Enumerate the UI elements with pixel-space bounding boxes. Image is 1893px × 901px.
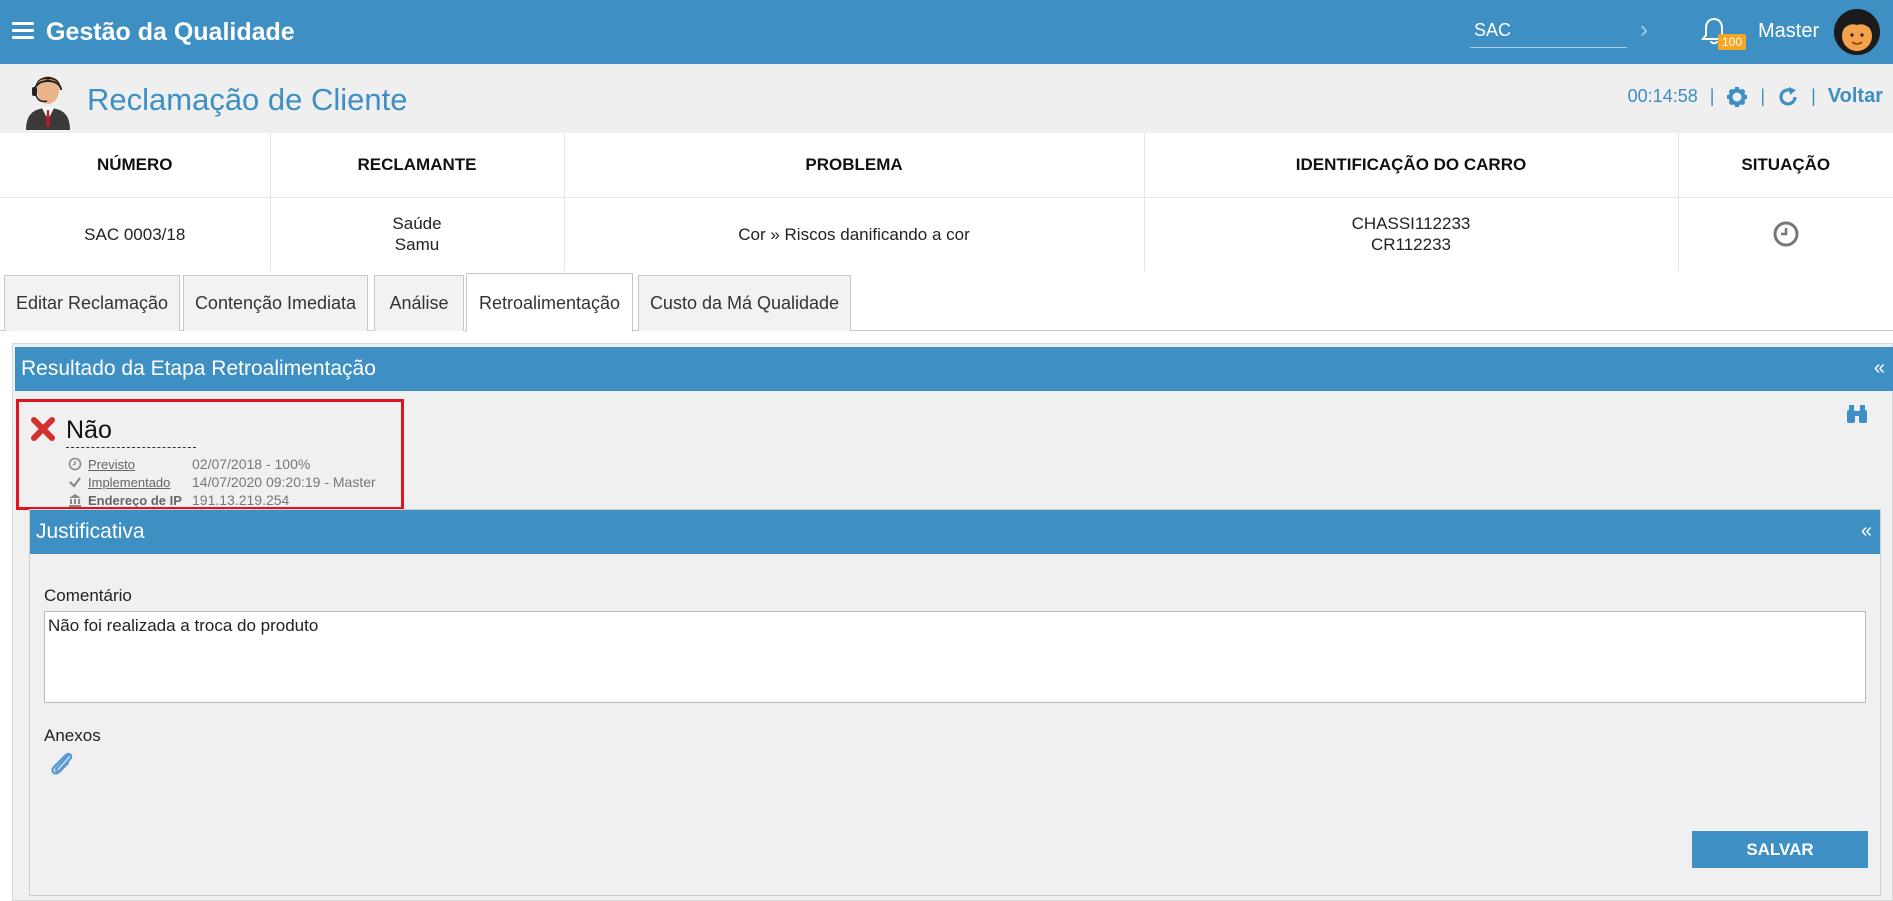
- paperclip-icon[interactable]: [48, 750, 76, 778]
- comment-field[interactable]: Não foi realizada a troca do produto: [44, 611, 1866, 703]
- implementado-row: Implementado 14/07/2020 09:20:19 - Maste…: [68, 474, 376, 490]
- previsto-value: 02/07/2018 - 100%: [192, 456, 311, 472]
- customer-agent-icon: [26, 76, 70, 130]
- reclamante-line: Samu: [394, 235, 440, 255]
- hamburger-menu-icon[interactable]: [12, 22, 34, 40]
- refresh-icon[interactable]: [1777, 86, 1799, 108]
- ip-row: Endereço de IP 191.13.219.254: [68, 492, 289, 508]
- table-row: SAC 0003/18 Saúde Samu Cor » Riscos dani…: [0, 197, 1893, 271]
- bank-icon: [69, 494, 81, 507]
- ip-label: Endereço de IP: [88, 492, 182, 508]
- attachments-label: Anexos: [44, 726, 101, 745]
- gear-icon[interactable]: [1726, 86, 1748, 108]
- result-panel-title: Resultado da Etapa Retroalimentação: [21, 357, 376, 380]
- previsto-row: Previsto 02/07/2018 - 100%: [68, 456, 310, 472]
- reclamante-cell: Saúde Samu: [270, 197, 565, 271]
- save-button[interactable]: SALVAR: [1692, 831, 1868, 868]
- justificativa-header: Justificativa «: [30, 510, 1880, 554]
- situacao-cell: [1678, 197, 1893, 271]
- carro-line: CHASSI112233: [1351, 214, 1471, 234]
- divider: |: [1760, 86, 1766, 106]
- tab-analise[interactable]: Análise: [374, 275, 464, 331]
- top-bar: Gestão da Qualidade › 100 Master: [0, 0, 1893, 64]
- implementado-label[interactable]: Implementado: [88, 475, 192, 490]
- user-name[interactable]: Master: [1758, 20, 1819, 43]
- close-icon: [31, 417, 55, 441]
- tab-retroalimentacao[interactable]: Retroalimentação: [466, 273, 633, 332]
- column-header: NÚMERO: [0, 133, 271, 198]
- session-timer: 00:14:58: [1627, 86, 1698, 106]
- tab-bar: Editar Reclamação Contenção Imediata Aná…: [0, 271, 1893, 332]
- search-input[interactable]: [1470, 14, 1627, 48]
- collapse-icon[interactable]: «: [1874, 357, 1885, 380]
- avatar[interactable]: [1834, 9, 1880, 55]
- implementado-value: 14/07/2020 09:20:19 - Master: [192, 474, 376, 490]
- comment-label: Comentário: [44, 586, 132, 605]
- ip-value: 191.13.219.254: [192, 492, 290, 508]
- page-header: Reclamação de Cliente 00:14:58 | | | Vol…: [0, 64, 1893, 133]
- app-title: Gestão da Qualidade: [46, 18, 295, 46]
- chevron-right-icon[interactable]: ›: [1640, 16, 1648, 44]
- complaint-summary-table: NÚMERO RECLAMANTE PROBLEMA IDENTIFICAÇÃO…: [0, 133, 1893, 271]
- column-header: PROBLEMA: [564, 133, 1145, 198]
- result-panel-header: Resultado da Etapa Retroalimentação «: [15, 347, 1893, 391]
- reclamante-line: Saúde: [392, 214, 442, 234]
- result-status[interactable]: Não: [66, 416, 196, 448]
- back-link[interactable]: Voltar: [1828, 85, 1883, 108]
- tab-custo-ma-qualidade[interactable]: Custo da Má Qualidade: [638, 275, 851, 331]
- binoculars-icon[interactable]: [1845, 404, 1869, 424]
- page-actions: 00:14:58 | | | Voltar: [1628, 85, 1883, 108]
- tab-contencao-imediata[interactable]: Contenção Imediata: [183, 275, 368, 331]
- table-header-row: NÚMERO RECLAMANTE PROBLEMA IDENTIFICAÇÃO…: [0, 133, 1893, 198]
- carro-cell: CHASSI112233 CR112233: [1144, 197, 1679, 271]
- page-title: Reclamação de Cliente: [87, 82, 408, 117]
- column-header: RECLAMANTE: [270, 133, 565, 198]
- divider: |: [1811, 86, 1816, 106]
- clock-icon: [68, 457, 82, 471]
- column-header: SITUAÇÃO: [1678, 133, 1893, 198]
- numero-cell: SAC 0003/18: [0, 197, 271, 271]
- notification-badge: 100: [1718, 34, 1747, 50]
- carro-line: CR112233: [1370, 235, 1452, 255]
- justificativa-title: Justificativa: [36, 520, 145, 543]
- problema-cell: Cor » Riscos danificando a cor: [564, 197, 1145, 271]
- check-icon: [69, 477, 81, 488]
- tab-editar-reclamacao[interactable]: Editar Reclamação: [4, 275, 180, 331]
- previsto-label[interactable]: Previsto: [88, 457, 192, 472]
- column-header: IDENTIFICAÇÃO DO CARRO: [1144, 133, 1679, 198]
- clock-icon: [1773, 221, 1799, 247]
- collapse-icon[interactable]: «: [1861, 520, 1872, 543]
- divider: |: [1709, 86, 1715, 106]
